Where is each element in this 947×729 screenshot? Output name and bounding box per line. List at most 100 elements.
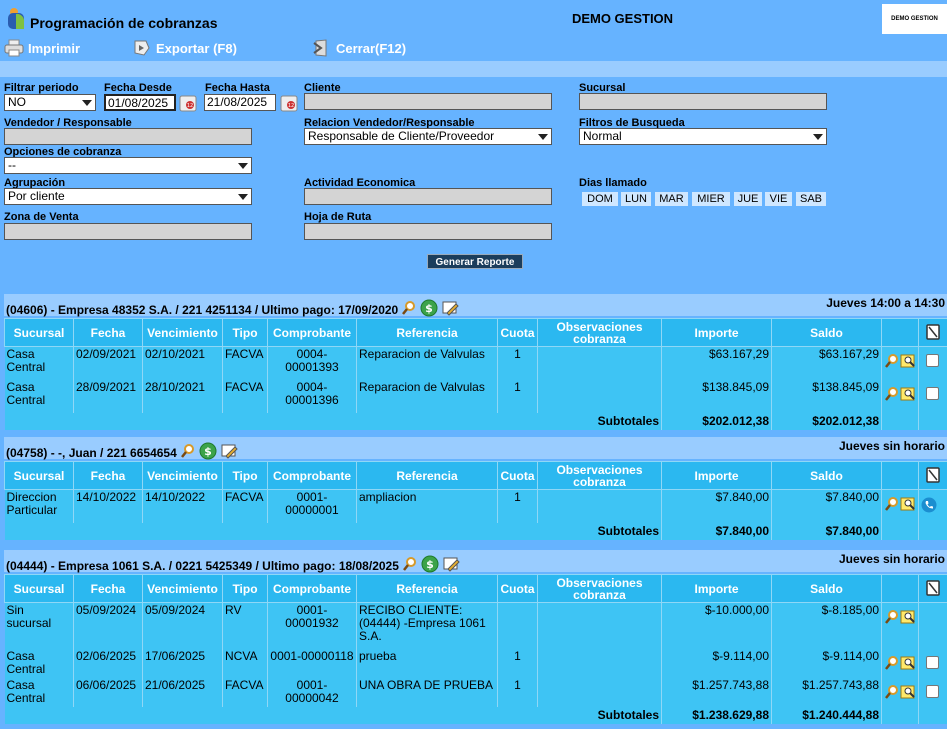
row-select[interactable] [918,379,947,413]
row-select[interactable] [918,489,947,523]
column-header-importe: Importe [661,574,772,603]
magnifier-icon[interactable] [884,609,900,625]
document-search-icon[interactable] [900,684,916,700]
magnifier-icon[interactable] [884,496,900,512]
zona-input[interactable] [4,223,252,240]
cell-cuota: 1 [497,346,538,380]
mobile-device-icon[interactable] [926,466,940,483]
row-checkbox[interactable] [926,684,939,698]
svg-text:$: $ [425,302,433,315]
relacion-select[interactable]: Responsable de Cliente/Proveedor [304,128,552,145]
client-title: (04758) - -, Juan / 221 6654654 [6,445,177,460]
table-row[interactable]: Direccion Particular 14/10/2022 14/10/2022… [4,489,947,523]
column-header-comprobante: Comprobante [267,574,357,603]
subtotal-label: Subtotales [4,412,662,430]
row-checkbox[interactable] [926,386,939,400]
mobile-device-icon[interactable] [926,323,940,340]
receivables-table: Sucursal Fecha Vencimiento Tipo Comprobante R… [4,574,947,724]
day-mier-button[interactable]: MIER [692,192,730,206]
cell-comprobante: 0001-00000118 [267,648,357,678]
actividad-input[interactable] [304,188,552,205]
table-row[interactable]: Casa Central 02/09/2021 02/10/2021 FACVA 000… [4,346,947,380]
generate-report-button[interactable]: Generar Reporte [427,254,523,269]
cell-fecha: 06/06/2025 [73,677,143,707]
cliente-input[interactable] [304,93,552,110]
column-header-observaciones: Observaciones cobranza [537,461,662,490]
subtotal-importe: $202.012,38 [661,412,772,430]
row-select[interactable] [918,648,947,678]
magnifier-icon[interactable] [884,655,900,671]
sucursal-input[interactable] [579,93,827,110]
row-checkbox[interactable] [926,655,939,669]
magnifier-icon[interactable] [402,556,418,572]
table-row[interactable]: Sin sucursal 05/09/2024 05/09/2024 RV 0001-0… [4,602,947,649]
column-header-sucursal: Sucursal [4,574,74,603]
document-search-icon[interactable] [900,496,916,512]
svg-text:12: 12 [187,103,193,109]
magnifier-icon[interactable] [884,684,900,700]
table-row[interactable]: Casa Central 02/06/2025 17/06/2025 NCVA 0001… [4,648,947,678]
document-search-icon[interactable] [900,353,916,369]
magnifier-icon[interactable] [180,443,196,459]
dias-label: Dias llamado [579,177,647,189]
edit-note-icon[interactable] [220,442,238,460]
day-sab-button[interactable]: SAB [796,192,826,206]
row-select[interactable] [918,602,947,649]
mobile-device-icon[interactable] [926,579,940,596]
document-search-icon[interactable] [900,655,916,671]
edit-note-icon[interactable] [442,555,460,573]
cell-tipo: FACVA [222,489,268,523]
day-dom-button[interactable]: DOM [582,192,618,206]
subtotal-label: Subtotales [4,706,662,724]
cell-vencimiento: 21/06/2025 [142,677,223,707]
row-select[interactable] [918,677,947,707]
vendedor-input[interactable] [4,128,252,145]
print-button[interactable]: Imprimir [4,38,80,58]
edit-note-icon[interactable] [441,299,459,317]
money-icon[interactable]: $ [420,299,438,317]
day-lun-button[interactable]: LUN [621,192,651,206]
money-icon[interactable]: $ [199,442,217,460]
subtotal-row: Subtotales $7.840,00 $7.840,00 [4,522,947,540]
column-header-saldo: Saldo [771,574,882,603]
app-logo-icon [8,8,25,29]
column-header-actions [881,574,919,603]
hasta-input[interactable]: 21/08/2025 [204,94,276,111]
subtotal-importe: $7.840,00 [661,522,772,540]
desde-input[interactable]: 01/08/2025 [104,94,176,111]
calendar-icon[interactable]: 12 [179,94,197,112]
client-name: (04444) - Empresa 1061 S.A. / 0221 54253… [6,555,460,576]
subtotal-label: Subtotales [4,522,662,540]
cell-tipo: NCVA [222,648,268,678]
magnifier-icon[interactable] [401,300,417,316]
table-row[interactable]: Casa Central 28/09/2021 28/10/2021 FACVA 000… [4,379,947,413]
calendar-icon[interactable]: 12 [280,94,298,112]
phone-icon[interactable] [921,497,937,513]
busqueda-select[interactable]: Normal [579,128,827,145]
opciones-select[interactable]: -- [4,157,252,174]
day-jue-button[interactable]: JUE [734,192,762,206]
cell-importe: $138.845,09 [661,379,772,413]
table-header-row: Sucursal Fecha Vencimiento Tipo Comprobante R… [4,461,947,490]
document-search-icon[interactable] [900,609,916,625]
svg-text:$: $ [426,558,434,571]
company-logo: DEMO GESTION [882,4,947,34]
money-icon[interactable]: $ [421,555,439,573]
magnifier-icon[interactable] [884,386,900,402]
row-checkbox[interactable] [926,354,939,367]
cell-fecha: 02/06/2025 [73,648,143,678]
magnifier-icon[interactable] [884,353,900,369]
day-vie-button[interactable]: VIE [765,192,792,206]
desde-label: Fecha Desde [104,82,172,94]
column-header-comprobante: Comprobante [267,461,357,490]
export-button[interactable]: Exportar (F8) [132,38,237,58]
receivables-table: Sucursal Fecha Vencimiento Tipo Comprobante R… [4,461,947,540]
day-mar-button[interactable]: MAR [655,192,688,206]
agrupacion-select[interactable]: Por cliente [4,188,252,205]
document-search-icon[interactable] [900,386,916,402]
close-button[interactable]: Cerrar(F12) [312,38,406,58]
row-select[interactable] [918,346,947,380]
periodo-select[interactable]: NO [4,94,96,111]
table-row[interactable]: Casa Central 06/06/2025 21/06/2025 FACVA 000… [4,677,947,707]
hoja-input[interactable] [304,223,552,240]
